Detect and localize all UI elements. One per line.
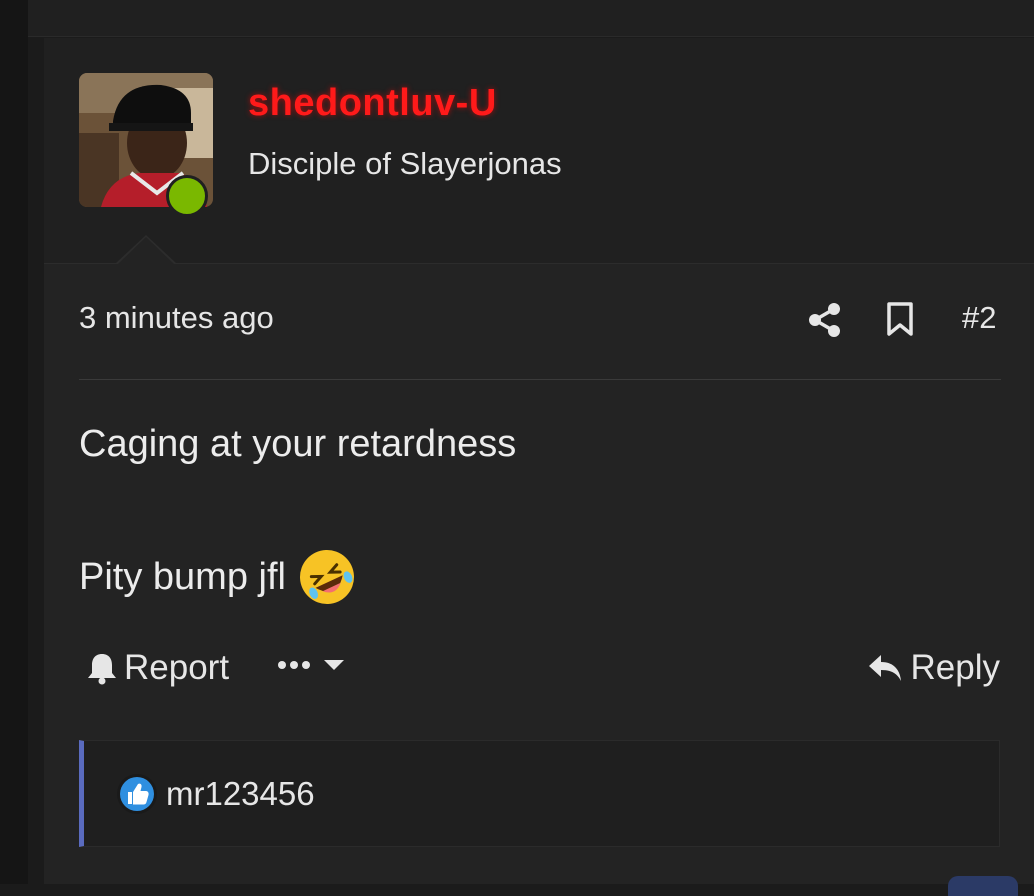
user-title: Disciple of Slayerjonas	[248, 146, 562, 181]
forum-post: shedontluv-U Disciple of Slayerjonas 3 m…	[44, 38, 1034, 884]
bell-icon	[88, 654, 116, 685]
reply-button[interactable]: Reply	[867, 648, 1000, 688]
page-left-edge	[0, 0, 28, 884]
message-text: Pity bump jfl	[79, 555, 286, 598]
chevron-down-icon	[324, 660, 344, 670]
floating-button-edge[interactable]	[948, 876, 1018, 896]
report-button[interactable]: Report	[86, 648, 229, 688]
post-divider	[79, 379, 1001, 380]
reply-arrow-icon	[868, 655, 901, 681]
share-icon[interactable]	[807, 302, 843, 338]
username[interactable]: shedontluv-U	[248, 82, 497, 125]
post-timestamp[interactable]: 3 minutes ago	[79, 300, 274, 336]
more-options-button[interactable]	[276, 658, 346, 672]
online-status-indicator	[166, 175, 208, 217]
header-arrow-notch-inner	[118, 237, 174, 264]
ellipsis-icon	[278, 661, 310, 669]
post-user-header: shedontluv-U Disciple of Slayerjonas	[44, 38, 1034, 264]
reactions-bar[interactable]: mr123456	[79, 740, 1000, 847]
message-text-line-1: Caging at your retardness	[79, 423, 517, 465]
like-icon	[117, 773, 157, 814]
previous-post-edge	[28, 0, 1034, 37]
report-label: Report	[124, 648, 230, 687]
post-number-link[interactable]: #2	[962, 300, 996, 336]
rolling-laughing-emoji-icon	[299, 550, 354, 604]
bookmark-icon[interactable]	[884, 301, 916, 337]
reply-label: Reply	[910, 648, 1000, 687]
reactor-username[interactable]: mr123456	[166, 775, 315, 813]
message-text-line-2: Pity bump jfl	[79, 548, 356, 606]
